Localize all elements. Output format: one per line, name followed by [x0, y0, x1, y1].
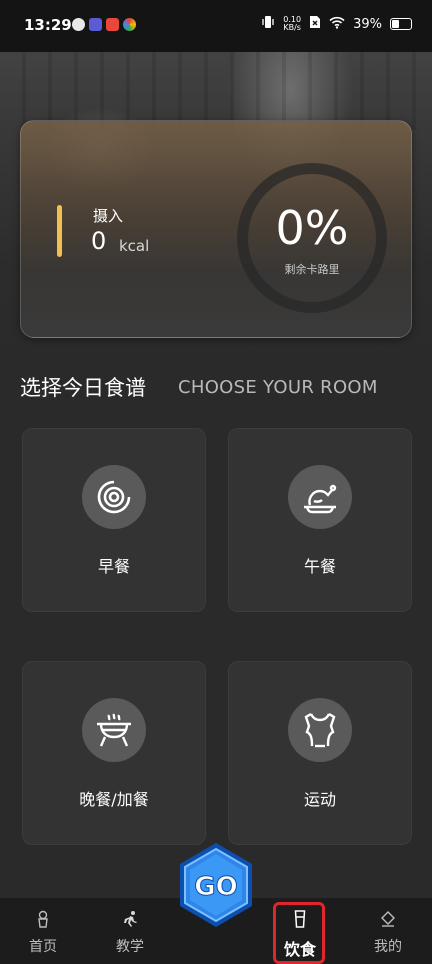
battery-icon	[390, 18, 412, 30]
nav-label: 首页	[29, 939, 57, 955]
sim-icon	[309, 15, 321, 33]
go-button-label: GO	[194, 872, 237, 902]
nav-item-teaching[interactable]: 教学	[100, 908, 160, 956]
app-notification-icon	[106, 18, 119, 31]
go-button[interactable]: GO	[176, 840, 256, 930]
nav-item-profile[interactable]: 我的	[358, 908, 418, 956]
status-indicators: 0.10 KB/s 39%	[261, 15, 412, 33]
home-icon	[13, 908, 73, 930]
network-speed-unit: KB/s	[283, 23, 301, 32]
remaining-calorie-percent: 0%	[275, 201, 349, 255]
active-tab-highlight	[273, 902, 325, 964]
intake-summary-card: 摄入 0 kcal 0% 剩余卡路里	[20, 120, 412, 338]
tile-label: 午餐	[303, 557, 336, 576]
intake-accent-bar	[57, 205, 62, 257]
nav-label: 我的	[374, 939, 402, 955]
tile-dinner[interactable]: 晚餐/加餐	[22, 661, 206, 845]
nav-label: 教学	[116, 939, 144, 955]
running-icon	[100, 908, 160, 930]
app-notification-icon	[72, 18, 85, 31]
remaining-calorie-label: 剩余卡路里	[284, 263, 340, 276]
status-time: 13:29	[24, 16, 72, 34]
tile-lunch[interactable]: 午餐	[228, 428, 412, 612]
hero-gym-pattern	[0, 40, 432, 130]
battery-percent: 39%	[353, 16, 382, 32]
section-title: 选择今日食谱	[20, 376, 146, 400]
tile-label: 晚餐/加餐	[79, 790, 149, 809]
status-bar: 13:29 0.10 KB/s 39%	[0, 0, 432, 52]
tile-label: 运动	[303, 790, 336, 809]
tile-breakfast[interactable]: 早餐	[22, 428, 206, 612]
section-subtitle: CHOOSE YOUR ROOM	[178, 377, 378, 398]
lunch-chicken-icon	[288, 465, 352, 529]
network-speed: 0.10 KB/s	[283, 16, 301, 32]
wifi-icon	[329, 16, 345, 33]
nav-item-home[interactable]: 首页	[13, 908, 73, 956]
intake-value: 0	[91, 227, 107, 255]
breakfast-donut-icon	[82, 465, 146, 529]
tile-exercise[interactable]: 运动	[228, 661, 412, 845]
exercise-shirt-icon	[288, 698, 352, 762]
app-notification-icon	[123, 18, 136, 31]
status-app-icons	[72, 18, 136, 31]
profile-icon	[358, 908, 418, 930]
app-notification-icon	[89, 18, 102, 31]
intake-unit: kcal	[119, 237, 150, 255]
dinner-grill-icon	[82, 698, 146, 762]
tile-label: 早餐	[97, 557, 130, 576]
intake-label: 摄入	[93, 207, 124, 225]
vibrate-icon	[261, 15, 275, 33]
